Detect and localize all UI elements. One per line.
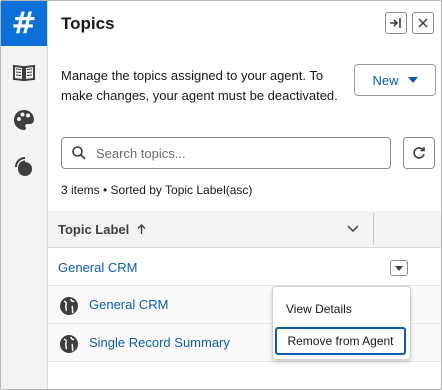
topic-link[interactable]: General CRM [89, 297, 168, 312]
table-header: Topic Label [48, 211, 441, 248]
new-topic-button[interactable]: New [354, 64, 436, 96]
panel-title: Topics [61, 14, 115, 33]
list-meta: 3 items • Sorted by Topic Label(asc) [61, 183, 253, 197]
globe-icon [60, 335, 78, 353]
topic-group-link[interactable]: General CRM [58, 260, 137, 275]
topic-link[interactable]: Single Record Summary [89, 335, 230, 350]
search-icon [72, 146, 86, 160]
menu-item-view-details[interactable]: View Details [286, 302, 352, 316]
globe-icon [60, 297, 78, 315]
palette-icon[interactable] [12, 108, 36, 132]
new-button-label: New [372, 72, 399, 88]
menu-item-remove-from-agent[interactable]: Remove from Agent [275, 327, 406, 355]
side-rail: # [1, 1, 48, 389]
search-input[interactable] [94, 144, 368, 162]
table-row-group: General CRM [48, 248, 441, 286]
dock-right-icon [390, 18, 401, 28]
close-button[interactable] [412, 12, 434, 34]
caret-down-icon [407, 77, 418, 83]
search-box [61, 137, 391, 169]
close-icon [418, 18, 428, 28]
row-actions-menu: View Details Remove from Agent [272, 286, 411, 360]
refresh-button[interactable] [403, 137, 435, 169]
panel-description: Manage the topics assigned to your agent… [61, 68, 338, 103]
caret-down-icon [395, 265, 403, 271]
column-menu-chevron-icon[interactable] [347, 225, 359, 233]
arrow-up-icon [137, 224, 146, 234]
signal-icon[interactable] [12, 154, 36, 178]
dock-button[interactable] [385, 12, 407, 34]
topics-panel-frame: # Topics Manage the topics assigned to y… [0, 0, 442, 390]
row-actions-button[interactable] [390, 260, 408, 276]
topics-tab[interactable]: # [1, 1, 47, 46]
book-icon[interactable] [12, 61, 36, 85]
column-divider [373, 213, 374, 245]
topics-panel: Topics Manage the topics assigned to you… [48, 1, 441, 389]
refresh-icon [413, 147, 425, 159]
column-header-topic-label[interactable]: Topic Label [58, 222, 146, 237]
hash-icon: # [11, 6, 37, 41]
